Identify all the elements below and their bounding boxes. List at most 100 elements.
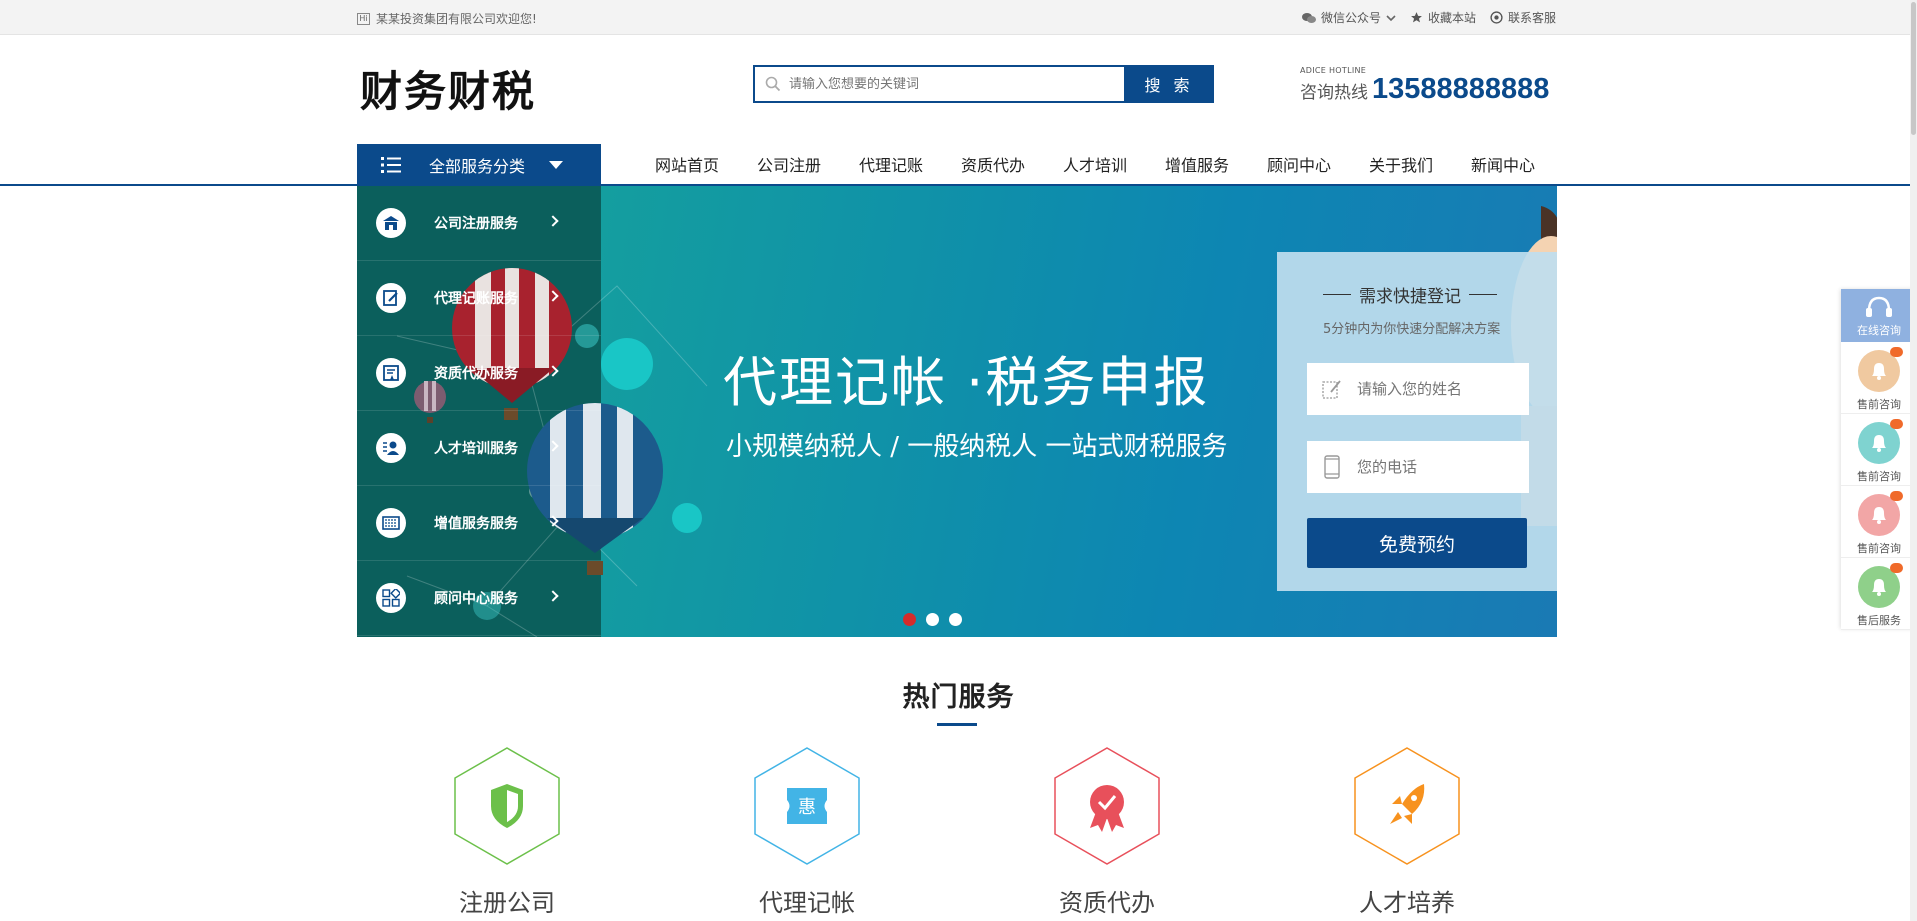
title-line-right — [1469, 294, 1497, 295]
search-button[interactable]: 搜 索 — [1124, 65, 1214, 103]
category-label: 资质代办服务 — [434, 366, 518, 382]
wechat-label: 微信公众号 — [1320, 11, 1381, 25]
title-line-left — [1323, 294, 1351, 295]
contact-link[interactable]: 联系客服 — [1490, 9, 1556, 26]
headset-icon — [1490, 11, 1503, 24]
wechat-link[interactable]: 微信公众号 — [1301, 9, 1396, 26]
service-name: 代理记帐 — [759, 889, 855, 917]
name-field — [1307, 363, 1529, 415]
headset-icon — [1866, 296, 1892, 317]
phone-input[interactable] — [1357, 458, 1517, 476]
all-categories-button[interactable]: 全部服务分类 — [357, 144, 601, 186]
list-icon — [381, 157, 401, 173]
float-label: 售后服务 — [1857, 614, 1901, 627]
hotline-label: 咨询热线 — [1300, 83, 1368, 103]
nav-company-registration[interactable]: 公司注册 — [738, 146, 840, 186]
category-item-training[interactable]: 人才培训服务 — [357, 411, 601, 486]
hi-icon: Hi — [357, 12, 370, 25]
service-qualification[interactable]: 资质代办 — [1052, 746, 1162, 918]
category-item-company[interactable]: 公司注册服务 — [357, 186, 601, 261]
service-bookkeeping[interactable]: 惠 代理记帐 — [752, 746, 862, 918]
service-name: 资质代办 — [1059, 889, 1155, 917]
phone-field — [1307, 441, 1529, 493]
online-consult-button[interactable]: 在线咨询 — [1841, 289, 1917, 342]
category-label: 公司注册服务 — [434, 216, 518, 232]
search-icon — [765, 76, 781, 92]
category-item-bookkeeping[interactable]: 代理记账服务 — [357, 261, 601, 336]
nav-qualification[interactable]: 资质代办 — [942, 146, 1044, 186]
certificate-icon — [376, 358, 406, 388]
scrollbar-thumb[interactable] — [1911, 2, 1916, 135]
svg-text:惠: 惠 — [798, 797, 816, 818]
category-label: 人才培训服务 — [434, 441, 518, 457]
carousel-dots — [903, 613, 962, 626]
caret-down-icon — [549, 161, 564, 169]
hotline-number: 13588888888 — [1372, 73, 1550, 105]
quick-register-form: 需求快捷登记 5分钟内为你快速分配解决方案 免费预约 — [1277, 252, 1557, 591]
category-item-qualification[interactable]: 资质代办服务 — [357, 336, 601, 411]
page-scrollbar[interactable] — [1910, 0, 1917, 921]
welcome-text-wrap: Hi 某某投资集团有限公司欢迎您! — [357, 10, 537, 27]
service-talent[interactable]: 人才培养 — [1352, 746, 1462, 918]
nav-value-added[interactable]: 增值服务 — [1146, 146, 1248, 186]
online-consult-label: 在线咨询 — [1857, 324, 1901, 337]
chevron-right-icon — [547, 515, 559, 527]
hexagon-frame: 惠 — [754, 747, 860, 865]
edit-icon — [1307, 378, 1357, 400]
page: Hi 某某投资集团有限公司欢迎您! 微信公众号 收藏本站 联系客服 财务财税 请… — [0, 0, 1917, 921]
bell-avatar-icon — [1872, 435, 1886, 452]
category-item-consulting[interactable]: 顾问中心服务 — [357, 561, 601, 636]
category-item-value-added[interactable]: 增值服务服务 — [357, 486, 601, 561]
search-input[interactable] — [789, 76, 1089, 92]
presale-consult-1[interactable]: 售前咨询 — [1841, 342, 1917, 414]
form-desc: 5分钟内为你快速分配解决方案 — [1323, 322, 1501, 337]
hot-title-underline — [937, 723, 977, 726]
nav-news[interactable]: 新闻中心 — [1452, 146, 1554, 186]
contact-label: 联系客服 — [1507, 11, 1556, 25]
chevron-right-icon — [547, 290, 559, 302]
carousel-dot-2[interactable] — [926, 613, 939, 626]
form-title-wrap: 需求快捷登记 — [1323, 282, 1497, 307]
chevron-right-icon — [547, 215, 559, 227]
bell-avatar-icon — [1872, 363, 1886, 380]
service-name: 人才培养 — [1359, 889, 1455, 917]
category-menu: 公司注册服务 代理记账服务 资质代办服务 人才培训服务 增值服务服务 顾问中心服… — [357, 186, 601, 636]
notification-badge — [1890, 491, 1903, 501]
bell-avatar-icon — [1872, 579, 1886, 596]
site-logo[interactable]: 财务财税 — [360, 58, 536, 119]
nav-training[interactable]: 人才培训 — [1044, 146, 1146, 186]
chevron-down-icon — [1386, 14, 1396, 21]
carousel-dot-3[interactable] — [949, 613, 962, 626]
category-label: 代理记账服务 — [434, 291, 518, 307]
nav-consulting[interactable]: 顾问中心 — [1248, 146, 1350, 186]
chevron-right-icon — [547, 590, 559, 602]
chevron-right-icon — [547, 440, 559, 452]
bell-avatar-icon — [1872, 507, 1886, 524]
service-register-company[interactable]: 注册公司 — [452, 746, 562, 918]
person-icon — [376, 433, 406, 463]
service-name: 注册公司 — [459, 889, 555, 917]
banner-headline: 代理记帐 ·税务申报 — [723, 351, 1210, 414]
free-booking-button[interactable]: 免费预约 — [1307, 518, 1527, 568]
presale-consult-2[interactable]: 售前咨询 — [1841, 414, 1917, 486]
name-input[interactable] — [1357, 380, 1517, 398]
top-links: 微信公众号 收藏本站 联系客服 — [1301, 9, 1556, 26]
category-label: 增值服务服务 — [434, 516, 518, 532]
nav-about[interactable]: 关于我们 — [1350, 146, 1452, 186]
chevron-right-icon — [547, 365, 559, 377]
nav-bookkeeping[interactable]: 代理记账 — [840, 146, 942, 186]
main-nav: 网站首页 公司注册 代理记账 资质代办 人才培训 增值服务 顾问中心 关于我们 … — [636, 146, 1554, 186]
keyboard-icon — [376, 508, 406, 538]
carousel-dot-1[interactable] — [903, 613, 916, 626]
notification-badge — [1890, 347, 1903, 357]
presale-consult-3[interactable]: 售前咨询 — [1841, 486, 1917, 558]
rocket-icon — [1390, 784, 1425, 824]
nav-home[interactable]: 网站首页 — [636, 146, 738, 186]
float-label: 售前咨询 — [1857, 542, 1901, 555]
aftersale-service[interactable]: 售后服务 — [1841, 558, 1917, 630]
phone-icon — [1307, 455, 1357, 479]
notification-badge — [1890, 419, 1903, 429]
favorite-link[interactable]: 收藏本站 — [1410, 9, 1476, 26]
grid-icon — [376, 583, 406, 613]
welcome-text: 某某投资集团有限公司欢迎您! — [376, 12, 537, 26]
